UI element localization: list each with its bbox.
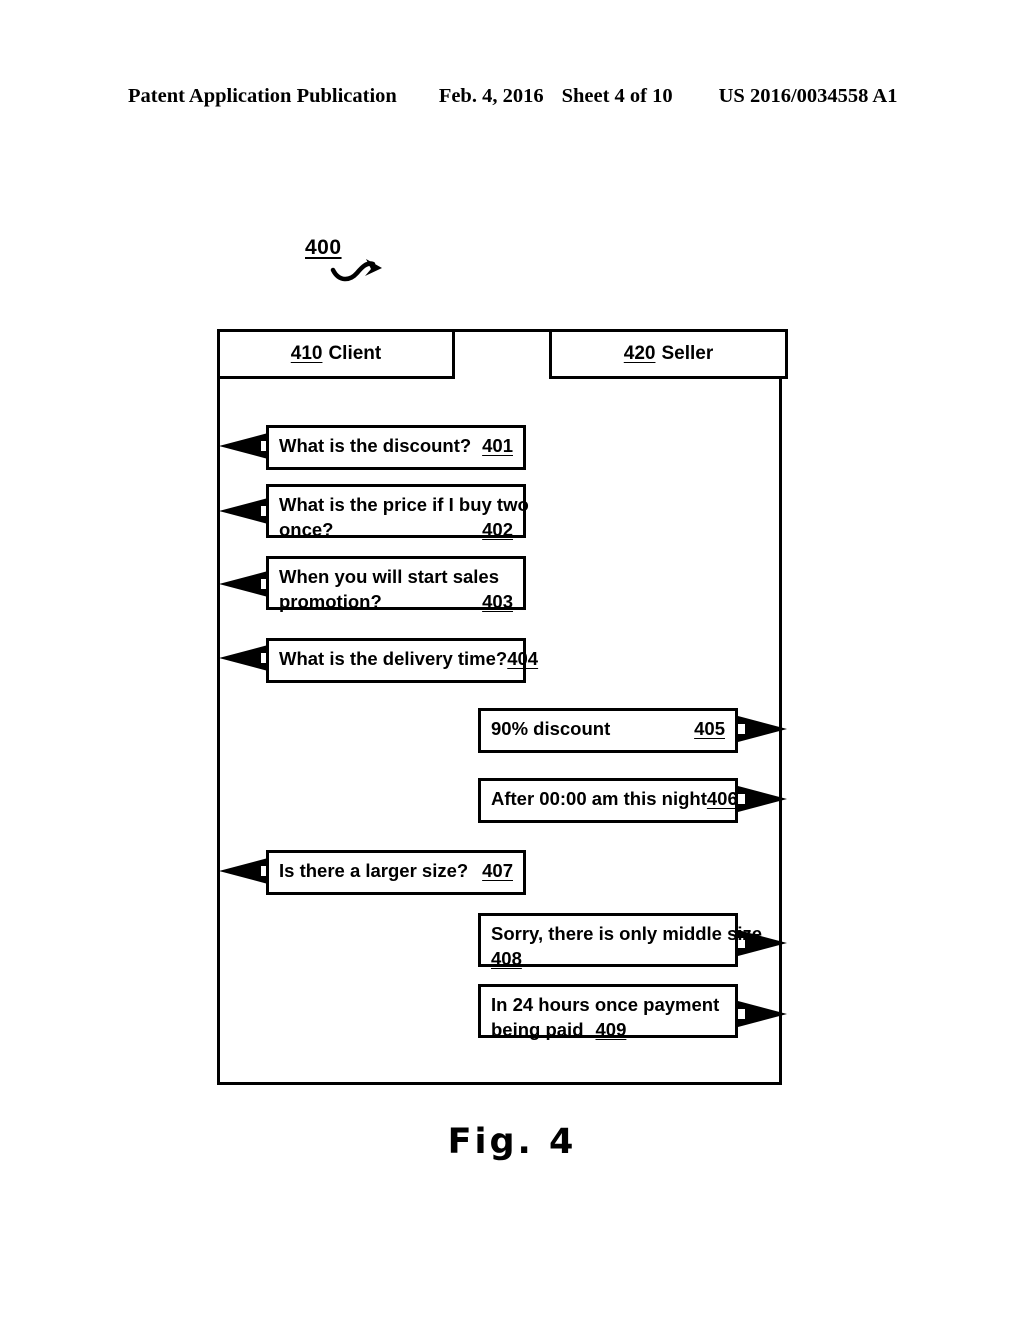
message-text-408-line1: Sorry, there is only middle size bbox=[491, 923, 763, 944]
curved-arrow-icon bbox=[330, 259, 382, 282]
message-bubble-409[interactable]: In 24 hours once payment being paid 409 bbox=[478, 984, 738, 1040]
bubble-tail-401 bbox=[219, 433, 268, 459]
message-refnum-407: 407 bbox=[482, 860, 513, 881]
message-refnum-401: 401 bbox=[482, 435, 513, 456]
column-header-seller: 420 Seller bbox=[549, 329, 788, 379]
header-patent-number: US 2016/0034558 A1 bbox=[718, 85, 898, 107]
message-refnum-404: 404 bbox=[507, 648, 539, 669]
message-bubble-402[interactable]: What is the price if I buy two once? 402 bbox=[266, 484, 529, 540]
figure-caption: Fig. 4 bbox=[447, 1122, 577, 1162]
seller-refnum: 420 bbox=[623, 343, 656, 364]
message-bubble-408[interactable]: Sorry, there is only middle size 408 bbox=[478, 913, 763, 969]
message-text-403-line2: promotion? bbox=[279, 591, 382, 612]
bubble-tail-407 bbox=[219, 858, 268, 884]
message-text-404: What is the delivery time? bbox=[279, 648, 508, 669]
message-refnum-406: 406 bbox=[706, 788, 738, 809]
bubble-tail-403 bbox=[219, 571, 268, 597]
bubble-tail-404 bbox=[219, 645, 268, 671]
message-text-402-line2: once? bbox=[279, 519, 334, 540]
conversation-diagram-frame: 410 Client 420 Seller What is the discou… bbox=[217, 329, 788, 1085]
message-bubble-403[interactable]: When you will start sales promotion? 403 bbox=[266, 556, 526, 612]
client-refnum: 410 bbox=[290, 343, 323, 364]
bubble-tail-409 bbox=[738, 1001, 787, 1027]
message-refnum-405: 405 bbox=[694, 718, 725, 739]
message-bubble-404[interactable]: What is the delivery time? 404 bbox=[266, 638, 538, 683]
header-publication-label: Patent Application Publication bbox=[128, 85, 397, 107]
message-text-406: After 00:00 am this night bbox=[491, 788, 707, 809]
bubble-tail-405 bbox=[738, 716, 787, 742]
message-refnum-403: 403 bbox=[482, 591, 513, 612]
message-refnum-408: 408 bbox=[491, 948, 522, 969]
message-text-409-line2: being paid bbox=[491, 1019, 584, 1040]
message-text-407: Is there a larger size? bbox=[279, 860, 469, 881]
message-text-405: 90% discount bbox=[491, 718, 611, 739]
message-bubble-407[interactable]: Is there a larger size? 407 bbox=[266, 850, 526, 895]
column-header-client: 410 Client bbox=[217, 329, 455, 379]
message-bubble-405[interactable]: 90% discount 405 bbox=[478, 708, 738, 753]
seller-label: Seller bbox=[661, 343, 714, 364]
message-bubble-401[interactable]: What is the discount? 401 bbox=[266, 425, 526, 470]
message-refnum-402: 402 bbox=[482, 519, 513, 540]
client-label: Client bbox=[328, 343, 382, 364]
bubble-tail-406 bbox=[738, 786, 787, 812]
message-refnum-409: 409 bbox=[595, 1019, 627, 1040]
page-header: Patent Application Publication Feb. 4, 2… bbox=[128, 85, 898, 115]
message-text-409-line1: In 24 hours once payment bbox=[491, 994, 720, 1015]
header-sheet-label: Sheet 4 of 10 bbox=[561, 85, 673, 107]
message-text-401: What is the discount? bbox=[279, 435, 472, 456]
bubble-tail-402 bbox=[219, 498, 268, 524]
message-text-402-line1: What is the price if I buy two bbox=[279, 494, 529, 515]
header-date-label: Feb. 4, 2016 bbox=[438, 85, 544, 107]
message-text-403-line1: When you will start sales bbox=[279, 566, 500, 587]
message-bubble-406[interactable]: After 00:00 am this night 406 bbox=[478, 778, 738, 823]
